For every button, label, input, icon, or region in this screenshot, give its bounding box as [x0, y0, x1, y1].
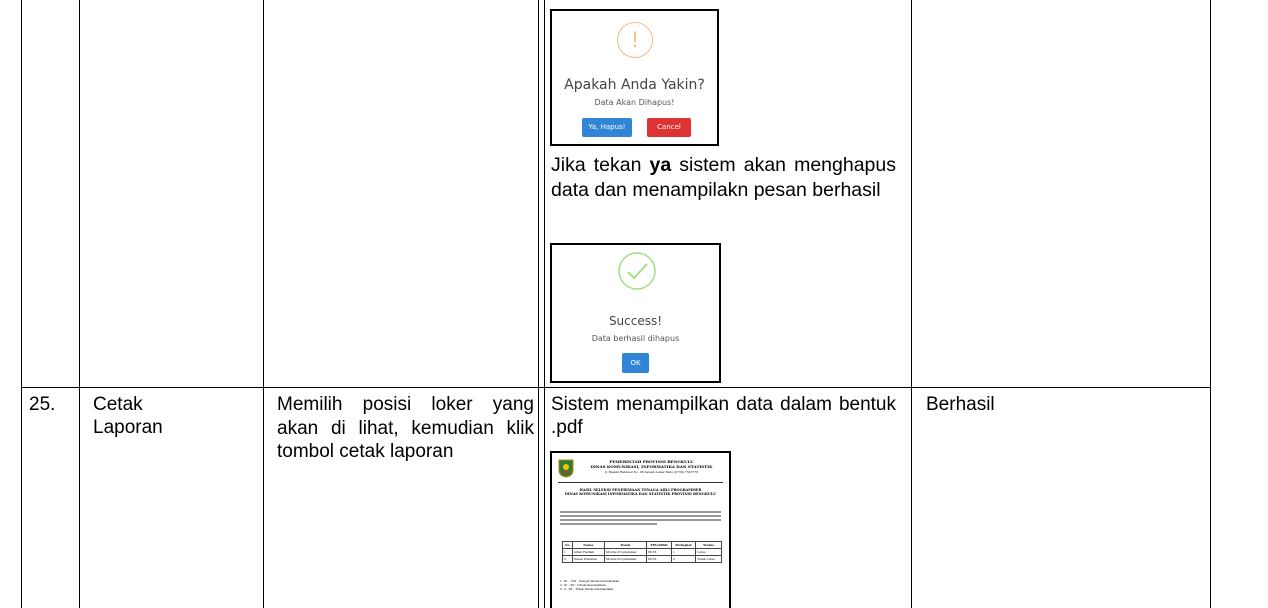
pdf-cell: 88.33	[645, 548, 673, 556]
pdf-col-header: Peringkat	[670, 541, 697, 549]
pdf-table-row: 1 Arfan Fadilah Mobile Programmer 88.33 …	[562, 548, 722, 556]
pdf-cell: 2	[562, 555, 573, 563]
pdf-cell: Yunan Pratama	[571, 555, 605, 563]
pdf-cell: Mobile Programmer	[603, 555, 647, 563]
pdf-table-row: 2 Yunan Pratama Mobile Programmer 80.33 …	[562, 555, 722, 563]
confirm-dialog-screenshot: ! Apakah Anda Yakin? Data Akan Dihapus! …	[550, 9, 719, 146]
pdf-note: 3. 0 - 60 : Tidak Direkomendasikan	[560, 587, 614, 591]
table-border	[538, 0, 539, 608]
pdf-col-header: No	[562, 541, 573, 549]
cancel-button[interactable]: Cancel	[647, 118, 691, 137]
pdf-header: PEMERINTAH PROVINSI BENGKULU DINAS KOMUN…	[578, 459, 725, 469]
table-border	[21, 0, 22, 608]
expected-description: Jika tekan ya sistem akan menghapus data…	[551, 153, 896, 203]
dialog-message: Data berhasil dihapus	[591, 334, 680, 343]
row-number: 25.	[29, 394, 56, 415]
test-table: ! Apakah Anda Yakin? Data Akan Dihapus! …	[0, 0, 1268, 608]
pdf-notes: 1. 81 - 100 : Sangat Direkomendasikan 2.…	[560, 579, 721, 591]
pdf-cell: 80.33	[645, 555, 673, 563]
pdf-cell: 1	[670, 548, 697, 556]
pdf-cell: 1	[562, 548, 573, 556]
pdf-cell: Tidak Lulus	[695, 555, 722, 563]
pdf-cell: Arfan Fadilah	[571, 548, 605, 556]
pdf-header-line: DINAS KOMUNIKASI, INFORMATIKA DAN STATIS…	[590, 464, 713, 469]
test-status: Berhasil	[926, 394, 995, 415]
pdf-col-header: Status	[695, 541, 722, 549]
ok-button[interactable]: OK	[622, 353, 649, 373]
pdf-cell: Lulus	[695, 548, 722, 556]
pdf-cell: Mobile Programmer	[603, 548, 647, 556]
feature-name: Cetak Laporan	[93, 394, 163, 438]
pdf-result-table: No Nama Posisi TPA/ABSD Peringkat Status…	[562, 541, 722, 563]
confirm-button[interactable]: Ya, Hapus!	[582, 118, 632, 137]
pdf-rule	[558, 482, 723, 483]
expected-result: Sistem menampilkan data dalam bentuk .pd…	[551, 394, 896, 438]
success-dialog-screenshot: Success! Data berhasil dihapus OK	[550, 243, 721, 383]
table-border	[263, 0, 264, 608]
pdf-title: HASIL SELEKSI PENERIMAAN TENAGA AHLI PRO…	[558, 488, 723, 496]
pdf-title-line: DINAS KOMUNIKASI INFORMATIKA DAN STATIST…	[564, 492, 717, 496]
province-emblem-icon	[558, 459, 574, 478]
pdf-paragraph	[560, 509, 721, 527]
test-action: Memilih posisi loker yang akan di lihat,…	[277, 394, 534, 462]
pdf-preview-image: PEMERINTAH PROVINSI BENGKULU DINAS KOMUN…	[550, 451, 731, 608]
dialog-message: Data Akan Dihapus!	[594, 98, 675, 107]
row-divider	[21, 387, 1211, 388]
desc-prefix: Jika tekan	[551, 154, 650, 176]
pdf-cell: 2	[670, 555, 697, 563]
table-border	[79, 0, 80, 608]
desc-bold: ya	[649, 154, 672, 176]
dialog-title: Success!	[608, 314, 663, 328]
checkmark-icon	[618, 252, 656, 290]
table-border	[911, 0, 912, 608]
pdf-col-header: Nama	[571, 541, 605, 549]
dialog-title: Apakah Anda Yakin?	[564, 77, 705, 93]
pdf-address: Jl. Basuki Rahmad No. 06 Sawah Lebar Bar…	[604, 470, 699, 474]
table-border	[544, 0, 545, 608]
warning-icon: !	[617, 22, 653, 58]
pdf-col-header: Posisi	[603, 541, 647, 549]
table-border	[1210, 0, 1211, 608]
pdf-col-header: TPA/ABSD	[645, 541, 673, 549]
